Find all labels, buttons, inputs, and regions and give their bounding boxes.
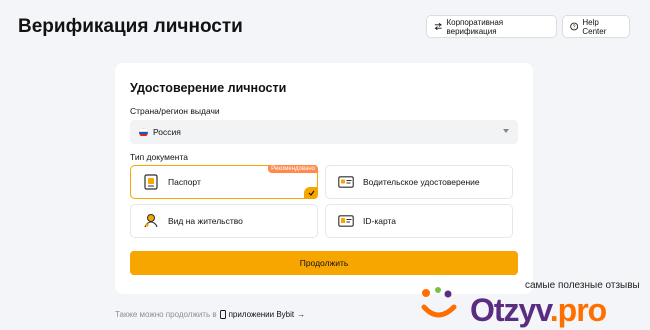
corporate-verification-label: Корпоративная верификация bbox=[446, 17, 504, 36]
footer: Также можно продолжить в приложении Bybi… bbox=[115, 310, 305, 319]
continue-button[interactable]: Продолжить bbox=[130, 251, 518, 275]
caret-down-icon bbox=[503, 129, 509, 133]
option-drivers-license[interactable]: Водительское удостоверение bbox=[325, 165, 513, 199]
page-title: Верификация личности bbox=[18, 16, 243, 37]
recommended-badge: Рекомендовано bbox=[268, 165, 318, 173]
watermark-tagline: самые полезные отзывы bbox=[525, 280, 640, 291]
residence-permit-icon bbox=[143, 213, 159, 229]
arrow-right-icon: → bbox=[297, 310, 306, 319]
bybit-app-link[interactable]: приложении Bybit → bbox=[219, 310, 306, 319]
option-passport[interactable]: Паспорт Рекомендовано bbox=[130, 165, 318, 199]
help-icon: ? bbox=[570, 22, 579, 31]
watermark-smiley-icon bbox=[421, 287, 457, 318]
help-center-button[interactable]: ? Help Center bbox=[562, 15, 630, 38]
option-drivers-license-label: Водительское удостоверение bbox=[363, 177, 480, 187]
id-card-icon bbox=[338, 213, 354, 229]
card-title: Удостоверение личности bbox=[130, 81, 287, 95]
passport-icon bbox=[143, 174, 159, 190]
country-select[interactable]: Россия bbox=[130, 120, 518, 144]
exchange-icon bbox=[434, 22, 442, 31]
watermark-logo-domain: .pro bbox=[549, 292, 607, 328]
footer-prefix: Также можно продолжить в bbox=[115, 310, 217, 319]
option-passport-label: Паспорт bbox=[168, 177, 201, 187]
option-id-card[interactable]: ID-карта bbox=[325, 204, 513, 238]
svg-text:?: ? bbox=[573, 24, 576, 30]
country-label: Страна/регион выдачи bbox=[130, 106, 220, 116]
option-id-card-label: ID-карта bbox=[363, 216, 397, 226]
watermark-logo: Otzyv.pro bbox=[470, 292, 607, 329]
drivers-license-icon bbox=[338, 174, 354, 190]
option-residence-permit[interactable]: Вид на жительство bbox=[130, 204, 318, 238]
corporate-verification-button[interactable]: Корпоративная верификация bbox=[426, 15, 557, 38]
help-center-label: Help Center bbox=[582, 17, 607, 36]
checkmark-icon bbox=[304, 187, 318, 199]
bybit-app-link-label: приложении Bybit bbox=[228, 310, 295, 319]
verification-card: Удостоверение личности Страна/регион выд… bbox=[115, 63, 533, 294]
country-value: Россия bbox=[153, 127, 181, 137]
document-type-label: Тип документа bbox=[130, 152, 188, 162]
russia-flag-icon bbox=[139, 127, 148, 137]
option-residence-permit-label: Вид на жительство bbox=[168, 216, 243, 226]
watermark-logo-main: Otzyv bbox=[470, 292, 551, 328]
phone-icon bbox=[219, 310, 226, 319]
